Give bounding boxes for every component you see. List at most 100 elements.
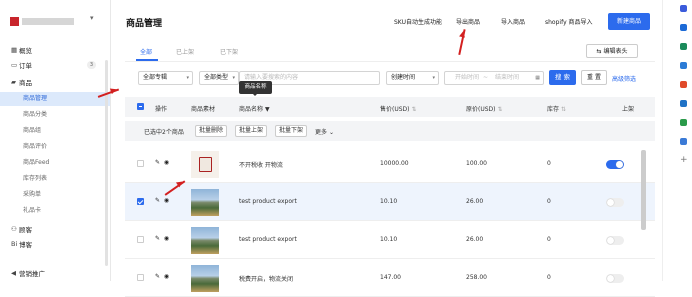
extension-bar: +	[662, 0, 692, 281]
table-row[interactable]: ✎ ◉ 税费开启，物流关闭 147.00 258.00 0	[125, 259, 655, 297]
advanced-filter-link[interactable]: 高级筛选	[612, 74, 636, 83]
tab-off-shelf[interactable]: 已下架	[220, 47, 238, 56]
sidebar-item-overview[interactable]: ▦ 概览	[0, 43, 110, 57]
edit-pencil-icon[interactable]: ✎	[155, 197, 160, 204]
column-tooltip: 商品名称	[239, 81, 272, 96]
page-title: 商品管理	[126, 19, 163, 29]
export-goods-link[interactable]: 导出商品	[456, 17, 480, 26]
goods-icon: ▰	[11, 78, 16, 86]
shop-switcher[interactable]: ▾	[10, 14, 100, 28]
sidebar-sub-goods-group[interactable]: 商品组	[0, 124, 110, 138]
col-actions: 操作	[155, 106, 168, 113]
extension-icon[interactable]	[680, 62, 687, 69]
sidebar-item-label: 博客	[19, 241, 32, 249]
row-checkbox[interactable]	[137, 160, 144, 167]
search-button[interactable]: 搜 索	[549, 70, 576, 85]
sidebar-item-orders[interactable]: ▭ 订单 3	[0, 58, 110, 72]
row-checkbox[interactable]	[137, 236, 144, 243]
reset-button[interactable]: 重 置	[581, 70, 607, 85]
on-shelf-toggle[interactable]	[606, 236, 624, 245]
sidebar-item-customers[interactable]: ⚇ 顾客	[0, 222, 110, 236]
extension-icon[interactable]	[680, 43, 687, 50]
sidebar-sub-giftcard[interactable]: 礼品卡	[0, 204, 110, 218]
select-all-checkbox[interactable]	[137, 103, 144, 110]
more-dropdown[interactable]: 更多 ⌄	[315, 127, 334, 136]
sidebar-item-label: 订单	[19, 62, 32, 70]
shop-name	[22, 17, 74, 25]
sidebar-sub-goods-category[interactable]: 商品分类	[0, 108, 110, 122]
eye-icon[interactable]: ◉	[164, 197, 169, 204]
time-select[interactable]: 创建时间 ▾	[386, 71, 439, 85]
time-select-value: 创建时间	[391, 74, 416, 81]
eye-icon[interactable]: ◉	[164, 235, 169, 242]
col-price-label: 售价(USD)	[380, 106, 410, 113]
table-row[interactable]: ✎ ◉ test product export 10.10 26.00 0	[125, 183, 655, 221]
edit-pencil-icon[interactable]: ✎	[155, 273, 160, 280]
table-scrollbar[interactable]	[641, 150, 646, 230]
bulk-delete-button[interactable]: 批量删除	[195, 125, 228, 137]
chevron-down-icon: ▾	[432, 75, 435, 81]
type-select[interactable]: 全部类型 ▾	[199, 71, 239, 85]
col-original-price[interactable]: 原价(USD) ⇅	[466, 104, 502, 113]
table-row[interactable]: ✎ ◉ test product export 10.10 26.00 0	[125, 221, 655, 259]
table-row[interactable]: ✎ ◉ 不开税收 开物流 10000.00 100.00 0	[125, 145, 655, 183]
shopify-import-link[interactable]: shopify 商品导入	[545, 17, 593, 26]
bulk-action-bar: 已选中2个商品 批量删除 批量上架 批量下架 更多 ⌄	[125, 121, 655, 141]
new-goods-button[interactable]: 新建商品	[608, 13, 650, 30]
extension-icon[interactable]	[680, 24, 687, 31]
order-count-badge: 3	[87, 61, 96, 69]
tab-all[interactable]: 全部	[140, 47, 152, 56]
grid-icon: ▦	[11, 46, 18, 54]
col-stock[interactable]: 库存 ⇅	[547, 104, 566, 113]
extension-icon[interactable]	[680, 5, 687, 12]
product-price: 10.10	[380, 198, 398, 205]
sidebar-item-marketing[interactable]: ◀ 营销推广	[0, 266, 110, 280]
product-thumbnail[interactable]	[191, 265, 219, 292]
date-separator: ~	[483, 74, 489, 81]
eye-icon[interactable]: ◉	[164, 159, 169, 166]
bulk-off-shelf-button[interactable]: 批量下架	[275, 125, 308, 137]
row-actions: ✎ ◉	[155, 159, 169, 166]
sidebar-sub-purchase[interactable]: 采购单	[0, 188, 110, 202]
bulk-on-shelf-button[interactable]: 批量上架	[235, 125, 268, 137]
calendar-icon: ▦	[535, 75, 540, 81]
edit-pencil-icon[interactable]: ✎	[155, 235, 160, 242]
add-icon[interactable]: +	[680, 155, 688, 165]
col-name[interactable]: 商品名称 ▼	[239, 104, 270, 113]
extension-icon[interactable]	[680, 119, 687, 126]
col-price[interactable]: 售价(USD) ⇅	[380, 104, 416, 113]
sidebar-sub-goods-manage[interactable]: 商品管理	[0, 92, 110, 106]
product-price: 10000.00	[380, 160, 409, 167]
product-thumbnail[interactable]	[191, 227, 219, 254]
on-shelf-toggle[interactable]	[606, 160, 624, 169]
product-thumbnail[interactable]	[191, 189, 219, 216]
product-thumbnail[interactable]	[191, 151, 219, 178]
eye-icon[interactable]: ◉	[164, 273, 169, 280]
sidebar-sub-inventory[interactable]: 库存列表	[0, 172, 110, 186]
main-content: 商品管理 SKU自动生成功能 导出商品 导入商品 shopify 商品导入 新建…	[111, 0, 659, 297]
sidebar-item-blog[interactable]: Bi 博客	[0, 237, 110, 251]
on-shelf-toggle[interactable]	[606, 198, 624, 207]
row-checkbox[interactable]	[137, 198, 144, 205]
extension-icon[interactable]	[680, 100, 687, 107]
sku-generate-link[interactable]: SKU自动生成功能	[394, 17, 442, 26]
sidebar-scrollbar[interactable]	[105, 60, 108, 266]
on-shelf-toggle[interactable]	[606, 274, 624, 283]
chevron-down-icon: ⌄	[328, 129, 334, 136]
import-goods-link[interactable]: 导入商品	[501, 17, 525, 26]
extension-icon[interactable]	[680, 138, 687, 145]
edit-pencil-icon[interactable]: ✎	[155, 159, 160, 166]
tab-on-shelf[interactable]: 已上架	[176, 47, 194, 56]
end-date-placeholder: 结束时间	[495, 74, 520, 81]
extension-icon[interactable]	[680, 81, 687, 88]
date-range-picker[interactable]: 开始时间 ~ 结束时间 ▦	[444, 71, 544, 85]
megaphone-icon: ◀	[11, 269, 16, 277]
sidebar-item-goods[interactable]: ▰ 商品	[0, 75, 110, 89]
row-actions: ✎ ◉	[155, 197, 169, 204]
sidebar-sub-goods-review[interactable]: 商品评价	[0, 140, 110, 154]
sidebar-sub-goods-feed[interactable]: 商品Feed	[0, 156, 110, 170]
topic-select[interactable]: 全部专辑 ▾	[138, 71, 193, 85]
row-checkbox[interactable]	[137, 274, 144, 281]
edit-columns-button[interactable]: ⇆ 编辑表头	[586, 44, 638, 58]
product-original-price: 100.00	[466, 160, 487, 167]
